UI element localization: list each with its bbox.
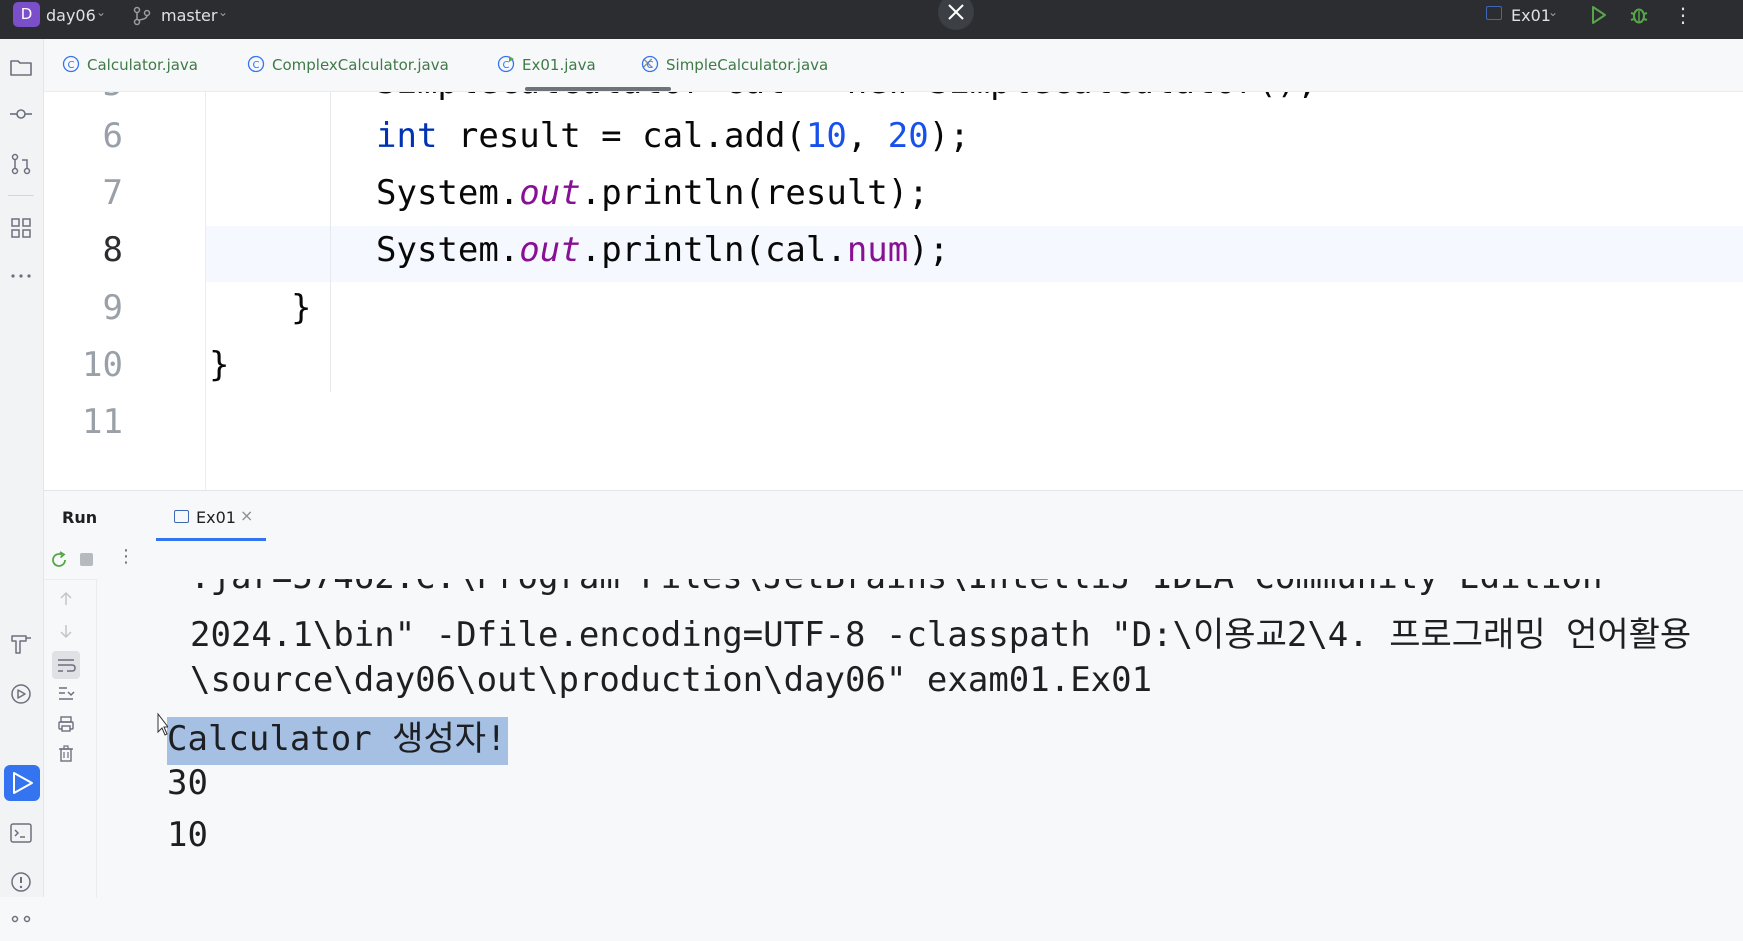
run-config-name[interactable]: Ex01	[1511, 6, 1551, 25]
line-number: 9	[102, 288, 123, 328]
project-badge[interactable]: D	[13, 2, 40, 27]
code-text: result = cal.add(	[437, 116, 806, 156]
console-output[interactable]: .jar=57462:C:\Program Files\JetBrains\In…	[97, 579, 1743, 898]
code-line-9: }	[291, 288, 312, 328]
more-icon[interactable]: ⋮	[1673, 3, 1693, 27]
code-line-10: }	[209, 345, 230, 385]
more-tools-icon[interactable]	[8, 263, 34, 289]
run-tab-ex01[interactable]: Ex01 ×	[128, 501, 266, 541]
code-text: .println(result);	[580, 173, 929, 213]
run-header: Run Ex01 ×	[44, 491, 1743, 541]
class-icon: C	[247, 55, 265, 73]
class-icon: C	[62, 55, 80, 73]
print-icon[interactable]	[56, 714, 76, 738]
title-bar: D day06 ⌄ master ⌄ Ex01 ⌄ ⋮	[0, 0, 1743, 39]
debug-icon[interactable]	[1628, 4, 1650, 30]
commit-icon[interactable]	[8, 101, 34, 127]
code-text: );	[908, 230, 950, 270]
rerun-icon[interactable]	[48, 549, 70, 575]
toolbar-divider	[8, 195, 34, 196]
console-command-line: 2024.1\bin" -Dfile.encoding=UTF-8 -class…	[190, 615, 1692, 655]
code-line-5: SimpleCalculator cal = new SimpleCalcula…	[376, 92, 1318, 102]
line-number: 6	[102, 116, 123, 156]
tab-label: Ex01.java	[522, 56, 596, 74]
pull-request-icon[interactable]	[8, 151, 34, 177]
code-line-8: System.out.println(cal.num);	[376, 230, 949, 270]
field-reference: num	[846, 230, 909, 270]
code-text: System.	[376, 230, 520, 270]
run-tool-icon	[13, 772, 33, 794]
line-number: 10	[82, 345, 123, 385]
services-icon[interactable]	[8, 681, 34, 707]
build-icon[interactable]	[8, 631, 34, 657]
more-options-icon[interactable]: ⋮	[117, 546, 135, 567]
run-config-icon	[1486, 6, 1502, 20]
scroll-to-end-icon[interactable]	[56, 683, 76, 707]
trash-icon[interactable]	[56, 744, 76, 768]
console-output-line: Calculator 생성자!	[167, 711, 509, 765]
scroll-up-icon[interactable]	[56, 589, 76, 613]
line-number: 7	[102, 173, 123, 213]
static-field: out	[519, 173, 581, 213]
console-side-toolbar	[44, 579, 97, 898]
code-line-6: int result = cal.add(10, 20);	[376, 116, 970, 156]
branch-name[interactable]: master	[161, 6, 217, 25]
project-folder-icon[interactable]	[8, 54, 34, 80]
run-tool-window: Run Ex01 × ⋮ 2024.1\bin" -Dfile.encoding…	[44, 490, 1743, 898]
selected-text: Calculator 생성자!	[167, 717, 509, 765]
indent-guide	[330, 92, 331, 392]
line-number-gutter: 5 6 7 8 9 10 11	[44, 92, 206, 490]
number-literal: 20	[887, 116, 929, 156]
project-name[interactable]: day06	[46, 6, 96, 25]
runnable-class-icon: C	[497, 55, 515, 73]
soft-wrap-icon[interactable]	[52, 651, 80, 679]
console-output-line: 10	[167, 815, 208, 855]
svg-text:C: C	[647, 60, 654, 71]
code-text: System.	[376, 173, 520, 213]
line-number: 5	[103, 92, 123, 104]
line-number: 8	[102, 230, 123, 270]
number-literal: 10	[805, 116, 847, 156]
code-editor[interactable]: 5 6 7 8 9 10 11 SimpleCalculator cal = n…	[44, 92, 1743, 490]
console-output-line: 30	[167, 763, 208, 803]
keyword: int	[376, 116, 438, 156]
tab-label: SimpleCalculator.java	[666, 56, 829, 74]
console-command-line: \source\day06\out\production\day06" exam…	[190, 660, 1153, 700]
code-text: );	[928, 116, 970, 156]
scroll-down-icon[interactable]	[56, 621, 76, 645]
code-text: ,	[846, 116, 888, 156]
code-line-7: System.out.println(result);	[376, 173, 929, 213]
svg-text:C: C	[253, 60, 260, 71]
text-cursor-icon	[156, 712, 170, 742]
run-tool-window-button[interactable]	[4, 765, 40, 801]
static-field: out	[519, 230, 581, 270]
left-tool-strip	[0, 39, 44, 923]
tab-label: Calculator.java	[87, 56, 198, 74]
editor-tab-bar: C Calculator.java C ComplexCalculator.ja…	[44, 39, 1743, 92]
svg-text:C: C	[68, 60, 75, 71]
chevron-down-icon[interactable]: ⌄	[1548, 5, 1558, 19]
run-config-icon	[174, 510, 189, 523]
chevron-down-icon[interactable]: ⌄	[96, 5, 106, 19]
code-text: .println(cal.	[580, 230, 847, 270]
git-branch-icon[interactable]	[133, 6, 151, 30]
run-panel-title: Run	[62, 508, 98, 527]
problems-icon[interactable]	[8, 869, 34, 895]
run-tab-label: Ex01	[196, 508, 236, 527]
git-icon[interactable]	[8, 911, 34, 937]
run-icon[interactable]	[1588, 4, 1608, 30]
console-command-line: .jar=57462:C:\Program Files\JetBrains\In…	[190, 579, 1602, 597]
close-icon[interactable]	[938, 0, 974, 30]
structure-icon[interactable]	[8, 215, 34, 241]
chevron-down-icon[interactable]: ⌄	[218, 5, 228, 19]
line-number: 11	[82, 402, 123, 442]
class-icon: C	[641, 55, 659, 73]
svg-text:C: C	[503, 60, 510, 71]
tab-label: ComplexCalculator.java	[272, 56, 449, 74]
stop-icon[interactable]	[80, 553, 93, 566]
close-run-tab-icon[interactable]: ×	[240, 506, 253, 525]
terminal-icon[interactable]	[8, 820, 34, 846]
active-tab-indicator	[525, 87, 671, 91]
run-toolbar: ⋮	[44, 541, 1743, 580]
